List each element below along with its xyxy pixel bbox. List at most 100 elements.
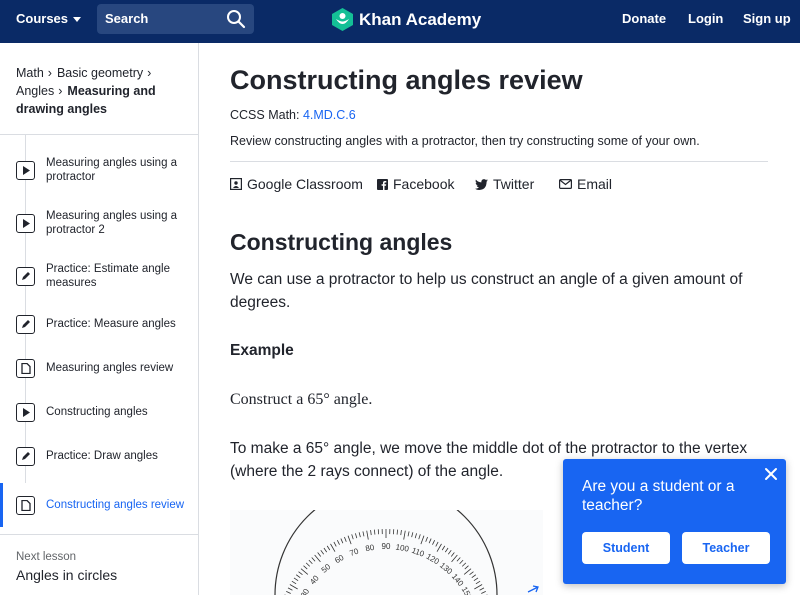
email-icon <box>559 179 572 189</box>
sidebar-item-constructing-angles[interactable]: Constructing angles <box>0 390 198 434</box>
protractor-degree-label: 130 <box>438 561 454 577</box>
protractor-degree-label: 90 <box>382 542 391 551</box>
protractor-tick <box>366 530 369 540</box>
share-twitter[interactable]: Twitter <box>475 176 534 192</box>
next-lesson-link[interactable]: Angles in circles <box>16 567 117 583</box>
protractor-tick <box>295 574 301 579</box>
protractor-tick <box>464 565 469 570</box>
teacher-button[interactable]: Teacher <box>682 532 770 564</box>
sidebar-item-label: Practice: Measure angles <box>46 318 176 330</box>
sidebar-item-label: Measuring angles using a protractor 2 <box>46 210 178 236</box>
protractor-tick <box>432 540 436 545</box>
sidebar-item-label: Practice: Draw angles <box>46 450 158 462</box>
protractor-degree-label: 80 <box>365 543 376 554</box>
play-icon <box>16 160 35 180</box>
protractor-tick <box>330 543 336 552</box>
intro-paragraph: We can use a protractor to help us const… <box>230 271 743 311</box>
protractor-degree-label: 40 <box>308 573 321 586</box>
protractor-degree-label: 30 <box>299 587 312 595</box>
protractor-degree-label: 150 <box>460 585 475 595</box>
sidebar-item-measuring-review[interactable]: Measuring angles review <box>0 346 198 390</box>
sidebar-item-label: Constructing angles review <box>46 499 185 511</box>
protractor-tick <box>317 552 322 557</box>
content-divider <box>230 161 768 162</box>
protractor-tick <box>428 538 432 544</box>
google-classroom-icon <box>230 178 242 190</box>
sidebar-item-measuring-angles-protractor[interactable]: Measuring angles using a protractor <box>0 148 198 192</box>
example-label: Example <box>230 342 294 359</box>
sidebar-divider <box>0 134 198 135</box>
protractor-degree-label: 60 <box>333 553 346 566</box>
sidebar-item-practice-draw[interactable]: Practice: Draw angles <box>0 434 198 478</box>
breadcrumb-angles[interactable]: Angles <box>16 84 54 98</box>
sidebar-item-constructing-review[interactable]: Constructing angles review <box>0 483 198 527</box>
protractor-tick <box>481 590 486 594</box>
signup-link[interactable]: Sign up <box>743 11 791 26</box>
protractor-tick <box>298 571 303 576</box>
ccss-code-link[interactable]: 4.MD.C.6 <box>303 108 356 122</box>
sidebar-item-measuring-angles-protractor-2[interactable]: Measuring angles using a protractor 2 <box>0 201 198 245</box>
chevron-right-icon: › <box>147 66 152 80</box>
protractor-degree-label: 120 <box>425 552 442 567</box>
chevron-down-icon <box>73 17 82 22</box>
active-indicator <box>0 483 3 527</box>
next-lesson-label: Next lesson <box>16 551 77 563</box>
share-email[interactable]: Email <box>559 176 612 192</box>
sidebar-item-label: Constructing angles <box>46 406 148 418</box>
protractor-tick <box>396 529 399 535</box>
sidebar-item-label: Measuring angles review <box>46 362 174 374</box>
protractor-tick <box>456 557 461 562</box>
protractor-tick <box>407 531 410 537</box>
chevron-right-icon: › <box>47 66 52 80</box>
ccss-prefix: CCSS Math: <box>230 108 303 122</box>
protractor-tick <box>303 565 308 570</box>
sidebar: Math › Basic geometry › Angles › Measuring an… <box>0 43 199 595</box>
protractor-degree-label: 70 <box>348 546 360 558</box>
protractor-tick <box>333 541 337 547</box>
search-box[interactable]: Search <box>97 4 254 34</box>
twitter-label: Twitter <box>493 176 535 192</box>
protractor-tick <box>459 559 464 565</box>
sidebar-item-label: Practice: Estimate angle measures <box>46 263 171 289</box>
protractor-tick <box>314 554 321 563</box>
facebook-label: Facebook <box>393 176 455 192</box>
protractor-tick <box>469 571 474 576</box>
article-icon <box>16 495 35 515</box>
protractor-tick <box>425 536 428 542</box>
protractor-tick <box>336 540 340 545</box>
share-facebook[interactable]: Facebook <box>377 176 454 192</box>
protractor-tick <box>373 529 376 535</box>
protractor-tick <box>418 534 421 540</box>
courses-menu-button[interactable]: Courses <box>16 0 82 37</box>
page-title: Constructing angles review <box>230 65 583 95</box>
pencil-icon <box>16 446 35 466</box>
protractor-tick <box>291 580 297 585</box>
protractor-tick <box>287 587 293 591</box>
student-button[interactable]: Student <box>582 532 670 564</box>
top-navigation-bar: Courses Search Khan Academy Donate Login… <box>0 0 800 43</box>
protractor-tick <box>305 562 311 567</box>
protractor-tick <box>358 532 361 538</box>
protractor-tick <box>471 574 477 579</box>
protractor-tick <box>289 584 298 590</box>
courses-label: Courses <box>16 11 69 26</box>
breadcrumb-math[interactable]: Math <box>16 66 44 80</box>
close-icon[interactable] <box>763 466 779 482</box>
protractor-tick <box>340 538 344 544</box>
protractor-tick <box>414 533 417 539</box>
play-icon <box>16 402 35 422</box>
protractor-tick <box>311 557 316 562</box>
khan-academy-logo[interactable]: Khan Academy <box>332 8 481 31</box>
section-heading: Constructing angles <box>230 229 453 255</box>
search-icon <box>227 10 246 29</box>
login-link[interactable]: Login <box>688 11 723 26</box>
donate-link[interactable]: Donate <box>622 11 666 26</box>
sidebar-item-practice-estimate[interactable]: Practice: Estimate angle measures <box>0 254 198 298</box>
sidebar-item-practice-measure[interactable]: Practice: Measure angles <box>0 302 198 346</box>
protractor-tick <box>362 531 365 537</box>
breadcrumb-basic-geometry[interactable]: Basic geometry <box>57 66 143 80</box>
protractor-degree-label: 110 <box>410 546 426 559</box>
protractor-image: 30 40 50 60 70 80 90 100 110 120 130 140 150 <box>230 510 543 595</box>
email-label: Email <box>577 176 613 192</box>
share-google-classroom[interactable]: Google Classroom <box>230 176 363 192</box>
